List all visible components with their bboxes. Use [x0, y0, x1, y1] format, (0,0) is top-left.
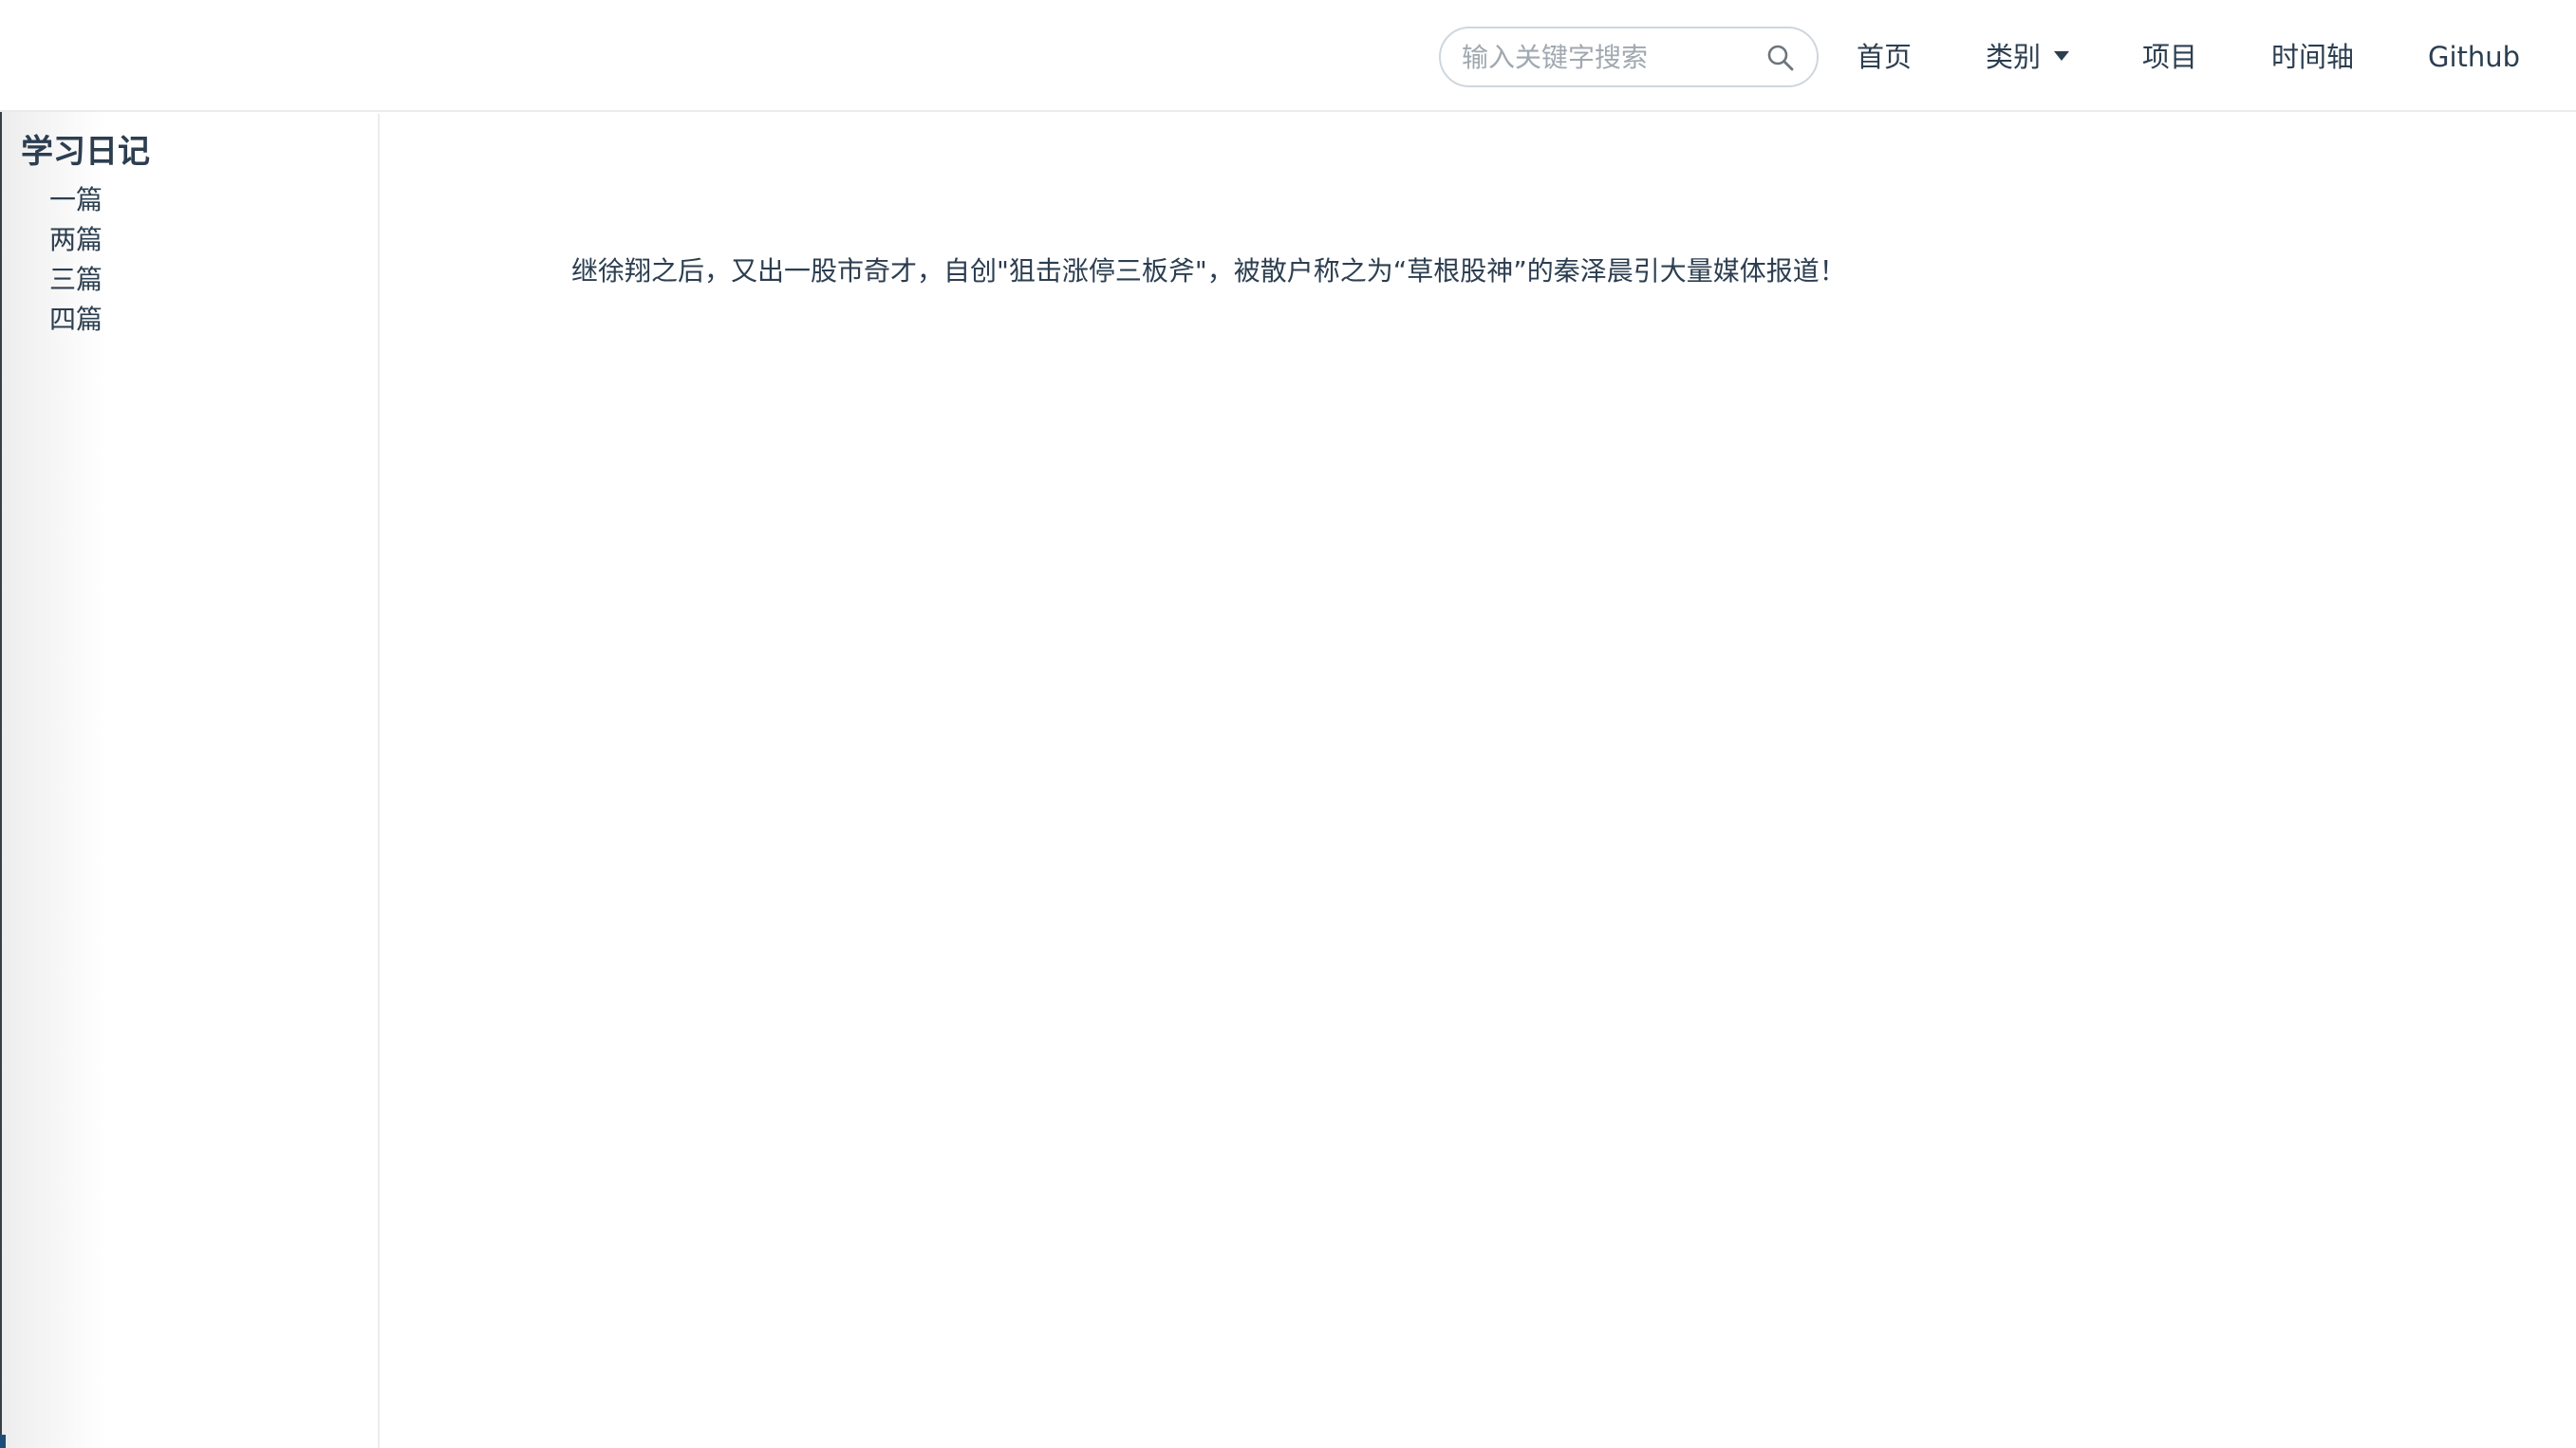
nav-link-timeline-label: 时间轴: [2271, 41, 2355, 73]
nav-dropdown-category-label: 类别: [1986, 41, 2042, 73]
sidebar: 学习日记 一篇 两篇 三篇 四篇: [0, 114, 380, 1448]
nav-link-timeline[interactable]: 时间轴: [2271, 34, 2354, 80]
sidebar-item-3[interactable]: 三篇: [49, 260, 103, 300]
sidebar-title[interactable]: 学习日记: [21, 131, 150, 173]
caret-down-icon: [2054, 51, 2070, 61]
window-corner-accent: [0, 1435, 6, 1448]
sidebar-item-2[interactable]: 两篇: [49, 220, 103, 260]
sidebar-item-1[interactable]: 一篇: [49, 180, 103, 220]
search-input[interactable]: [1462, 36, 1746, 78]
search-icon[interactable]: [1765, 43, 1796, 73]
top-navbar: 首页 类别 项目 时间轴 Github: [0, 0, 2576, 112]
sidebar-list: 一篇 两篇 三篇 四篇: [49, 180, 103, 340]
sidebar-item-4[interactable]: 四篇: [49, 300, 103, 340]
nav-link-projects[interactable]: 项目: [2142, 34, 2197, 80]
nav-link-github[interactable]: Github: [2428, 34, 2520, 80]
nav-link-home[interactable]: 首页: [1857, 34, 1912, 80]
nav-dropdown-category[interactable]: 类别: [1986, 34, 2070, 80]
article-text: 继徐翔之后，又出一股市奇才，自创"狙击涨停三板斧"，被散户称之为“草根股神”的秦…: [571, 255, 1846, 287]
page: 首页 类别 项目 时间轴 Github 学习日记 一篇 两篇 三篇 四篇 继徐翔…: [0, 0, 2576, 1448]
search-box[interactable]: [1439, 27, 1819, 87]
nav-link-home-label: 首页: [1857, 41, 1913, 73]
nav-link-github-label: Github: [2428, 41, 2521, 73]
nav-link-projects-label: 项目: [2142, 41, 2198, 73]
